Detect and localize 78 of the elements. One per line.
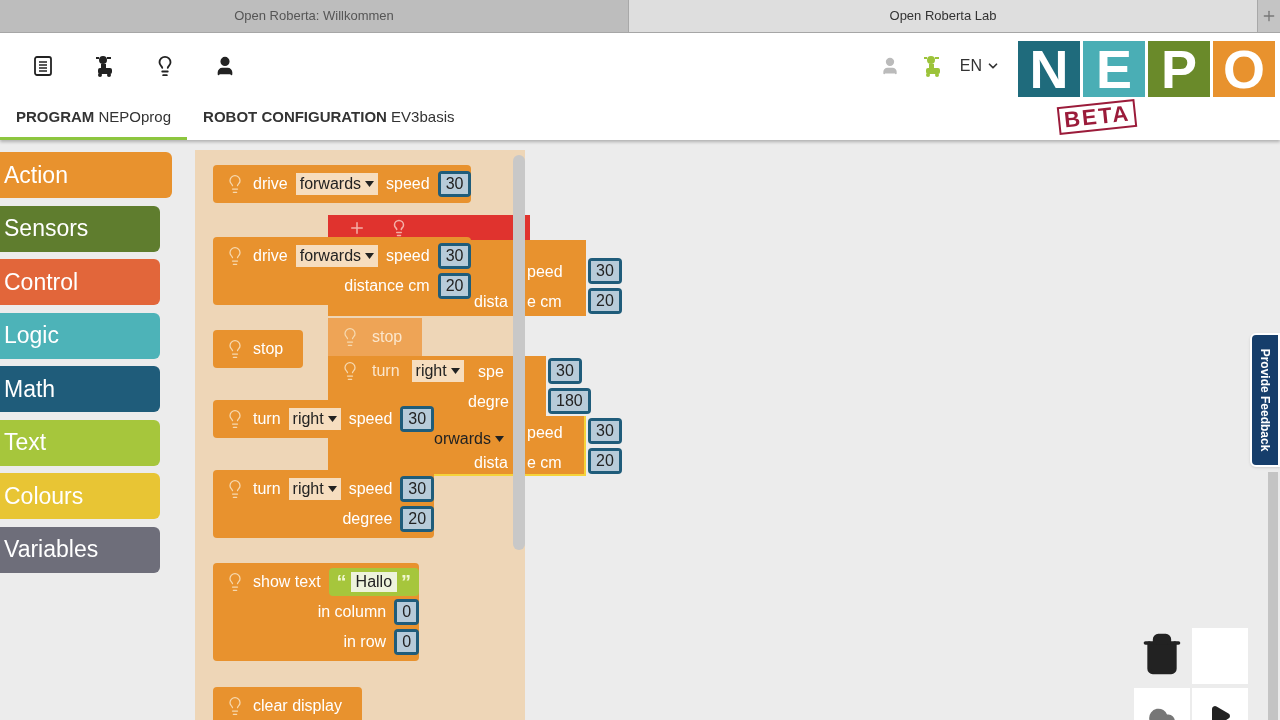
caret-icon (450, 368, 460, 374)
block-label: show text (253, 572, 321, 592)
number-input[interactable]: 180 (548, 388, 591, 414)
block-label: peed (527, 423, 563, 443)
dropdown[interactable]: right (288, 478, 341, 500)
action-block[interactable]: turn right speed 30 degree 20 (213, 470, 435, 538)
caret-icon (365, 181, 375, 187)
text-input[interactable]: Hallo (350, 572, 398, 592)
dropdown[interactable]: forwards (295, 245, 379, 267)
caret-icon (327, 486, 337, 492)
quote-mark: “ (336, 570, 347, 595)
scrollbar[interactable] (513, 155, 525, 550)
browser-tab[interactable]: Open Roberta Lab (629, 0, 1258, 32)
block-label: dista (474, 453, 508, 473)
logo-letter: E (1083, 41, 1145, 97)
block-label: speed (348, 409, 393, 429)
block-label: degre (468, 392, 509, 412)
logo-letter: N (1018, 41, 1080, 97)
number-input[interactable]: 30 (437, 243, 472, 269)
action-block[interactable]: drive forwards speed 30 distance cm 20 (213, 237, 472, 305)
run-button[interactable] (1192, 688, 1248, 720)
scrollbar[interactable] (1268, 472, 1278, 720)
category-tab[interactable]: Variables (0, 526, 160, 573)
block-label: speed (386, 174, 430, 194)
block-label: stop (253, 339, 284, 359)
plus-icon (1261, 8, 1277, 24)
language-dropdown[interactable]: EN (959, 54, 1000, 78)
block-label: in column (317, 602, 387, 622)
block-label: turn (253, 409, 281, 429)
block-label: spe (478, 362, 504, 382)
cloud-button[interactable] (1134, 688, 1190, 720)
caret-icon (494, 436, 504, 442)
number-input[interactable]: 30 (548, 358, 582, 384)
dropdown[interactable]: forwards (295, 173, 379, 195)
beta-stamp: BETA (1056, 99, 1138, 135)
block-label: dista (474, 292, 508, 312)
block-label: in row (343, 632, 387, 652)
quote-mark: ” (401, 570, 412, 595)
dropdown[interactable]: right (411, 360, 464, 382)
number-input[interactable]: 20 (588, 288, 622, 314)
caret-icon (365, 253, 375, 259)
number-input[interactable]: 30 (588, 258, 622, 284)
block-label: drive (253, 246, 288, 266)
block-label: degree (342, 509, 393, 529)
block-label: speed (386, 246, 430, 266)
plus-icon (348, 219, 366, 237)
category-tab[interactable]: Sensors (0, 205, 160, 252)
action-block[interactable]: drive forwards speed 30 (213, 165, 472, 203)
number-input[interactable]: 20 (437, 273, 472, 299)
action-block[interactable]: turn right speed 30 (213, 400, 435, 438)
number-input[interactable]: 0 (394, 629, 420, 655)
block-label: stop (372, 327, 403, 347)
logo-letter: P (1148, 41, 1210, 97)
block-label: drive (253, 174, 288, 194)
block-label: distance cm (344, 276, 430, 296)
logo-letter: O (1213, 41, 1275, 97)
number-input[interactable]: 30 (588, 418, 622, 444)
editor-tab[interactable]: PROGRAM NEPOprog (0, 105, 188, 140)
block-label: speed (348, 479, 393, 499)
feedback-tab[interactable]: Provide Feedback (1250, 333, 1280, 467)
block-label: turn (253, 479, 281, 499)
list-icon[interactable] (32, 55, 54, 77)
number-input[interactable]: 20 (588, 448, 622, 474)
block-label: turn (372, 361, 400, 381)
action-block[interactable]: show text “ Hallo ” in column 0 in row 0 (213, 563, 420, 661)
block-label: peed (527, 262, 563, 282)
dropdown[interactable]: right (288, 408, 341, 430)
category-tab[interactable]: Math (0, 366, 160, 412)
browser-tab[interactable]: Open Roberta: Willkommen (0, 0, 629, 32)
number-input[interactable]: 0 (394, 599, 420, 625)
number-input[interactable]: 20 (400, 506, 435, 532)
number-input[interactable]: 30 (400, 476, 435, 502)
block-label: e cm (527, 292, 562, 312)
number-input[interactable]: 30 (437, 171, 472, 197)
block-label: clear display (253, 696, 342, 716)
number-input[interactable]: 30 (400, 406, 435, 432)
block-label: e cm (527, 453, 562, 473)
editor-tab[interactable]: ROBOT CONFIGURATION EV3basis (187, 105, 471, 140)
